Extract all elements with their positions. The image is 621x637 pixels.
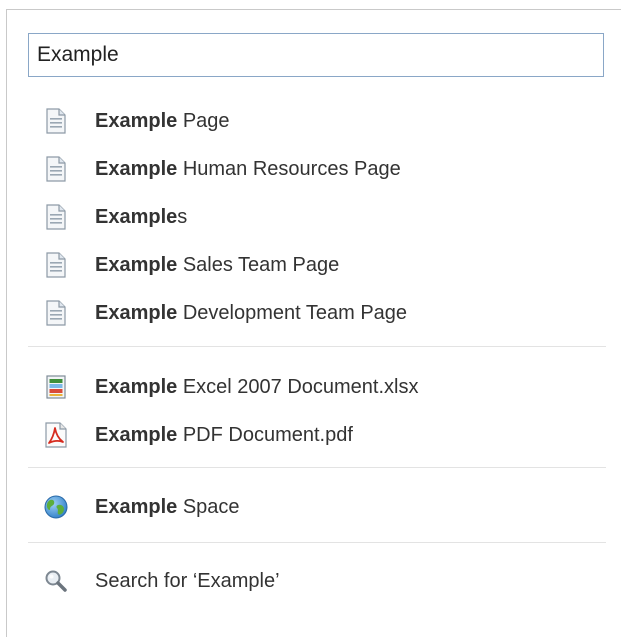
result-label: Example Page <box>95 109 230 132</box>
result-label: Example PDF Document.pdf <box>95 423 353 446</box>
excel-file-icon <box>43 374 69 400</box>
list-item[interactable]: Example Page <box>28 97 606 145</box>
list-item[interactable]: Example Sales Team Page <box>28 241 606 289</box>
result-label: Example Sales Team Page <box>95 253 340 276</box>
page-icon <box>43 252 69 278</box>
globe-icon <box>43 494 69 520</box>
result-label: Example Human Resources Page <box>95 157 401 180</box>
result-label: Example Space <box>95 495 240 518</box>
pdf-file-icon <box>43 422 69 448</box>
search-input[interactable] <box>37 43 603 67</box>
page-icon <box>43 204 69 230</box>
list-item[interactable]: Example Space <box>28 483 606 531</box>
divider <box>28 542 606 543</box>
search-box[interactable] <box>28 33 604 77</box>
list-item[interactable]: Example Human Resources Page <box>28 145 606 193</box>
attachments-group: Example Excel 2007 Document.xlsx Example… <box>28 363 606 459</box>
list-item[interactable]: Example Excel 2007 Document.xlsx <box>28 363 606 411</box>
page-icon <box>43 108 69 134</box>
divider <box>28 346 606 347</box>
search-for-link[interactable]: Search for ‘Example’ <box>28 557 606 605</box>
result-label: Example Excel 2007 Document.xlsx <box>95 375 419 398</box>
search-for-group: Search for ‘Example’ <box>28 557 606 605</box>
list-item[interactable]: Example Development Team Page <box>28 289 606 337</box>
list-item[interactable]: Examples <box>28 193 606 241</box>
page-icon <box>43 300 69 326</box>
page-icon <box>43 156 69 182</box>
spaces-group: Example Space <box>28 483 606 531</box>
result-label: Examples <box>95 205 188 228</box>
pages-group: Example Page Example Human Resources Pag… <box>28 97 606 337</box>
divider <box>28 467 606 468</box>
list-item[interactable]: Example PDF Document.pdf <box>28 411 606 459</box>
magnifier-icon <box>43 568 69 594</box>
result-label: Search for ‘Example’ <box>95 569 280 592</box>
result-label: Example Development Team Page <box>95 301 408 324</box>
